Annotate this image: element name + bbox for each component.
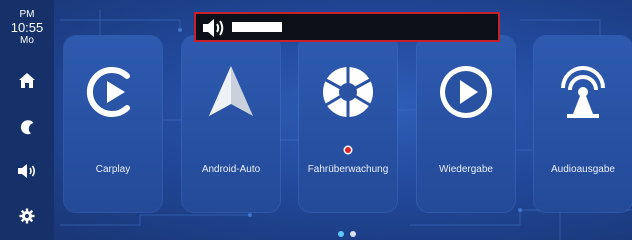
settings-button[interactable] (13, 202, 41, 230)
app-label: Carplay (95, 164, 131, 175)
volume-overlay (194, 12, 500, 42)
clock: PM 10:55 Mo (0, 8, 54, 47)
app-label: Audioausgabe (551, 164, 615, 175)
app-card-fahrueberwachung[interactable]: Fahrüberwachung (299, 36, 397, 212)
volume-slider[interactable] (232, 22, 282, 32)
volume-icon (18, 164, 36, 178)
broadcast-icon (561, 66, 605, 118)
volume-button[interactable] (13, 157, 41, 185)
home-button[interactable] (13, 67, 41, 95)
volume-slider-fill (232, 22, 282, 32)
app-card-audioausgabe[interactable]: Audioausgabe (534, 36, 632, 212)
app-card-carplay[interactable]: Carplay (64, 36, 162, 212)
night-mode-button[interactable] (13, 113, 41, 141)
gear-icon (19, 208, 35, 224)
carplay-icon (86, 67, 130, 117)
home-icon (19, 73, 35, 88)
clock-day: Mo (20, 35, 34, 46)
app-label: Fahrüberwachung (307, 164, 389, 175)
camera-aperture-icon (323, 66, 373, 118)
play-icon (440, 66, 492, 118)
app-label: Android-Auto (201, 164, 261, 175)
page-dot-1[interactable] (338, 231, 344, 237)
moon-icon (20, 120, 34, 135)
speaker-icon (203, 19, 224, 37)
sidebar: PM 10:55 Mo (0, 0, 54, 240)
android-auto-icon (209, 66, 253, 116)
app-card-android-auto[interactable]: Android-Auto (182, 36, 280, 212)
page-dot-2[interactable] (350, 231, 356, 237)
app-card-wiedergabe[interactable]: Wiedergabe (417, 36, 515, 212)
clock-time: 10:55 (10, 20, 44, 35)
record-indicator-icon (343, 145, 353, 155)
app-label: Wiedergabe (439, 164, 493, 175)
